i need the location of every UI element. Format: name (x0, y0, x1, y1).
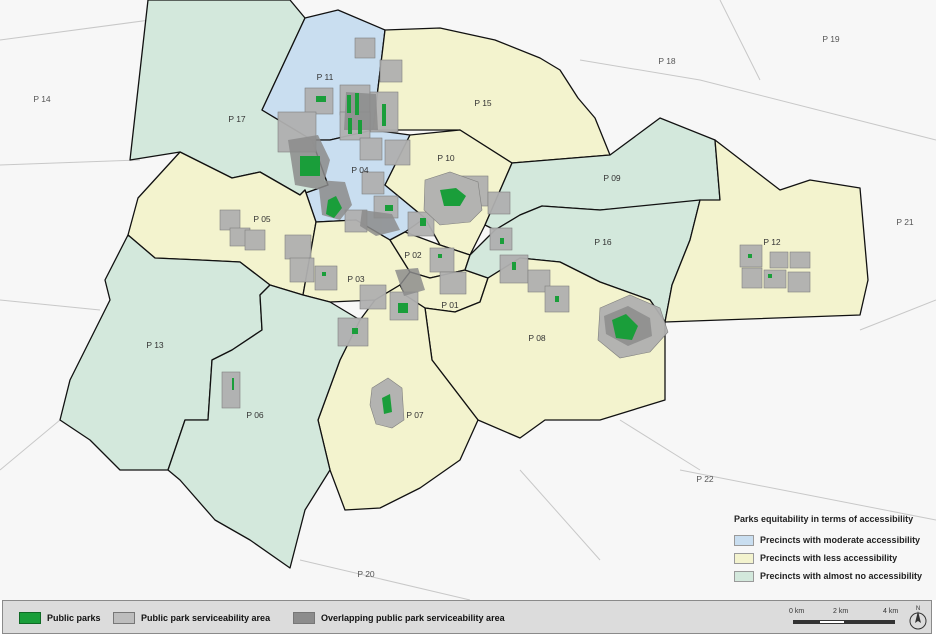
scale-segment (793, 620, 819, 624)
precinct-label: P 07 (406, 410, 424, 420)
legend-serviceability: Public park serviceability area (113, 612, 270, 624)
precinct-label: P 05 (253, 214, 271, 224)
public-park[interactable] (398, 303, 408, 313)
legend-label-moderate: Precincts with moderate accessibility (760, 535, 921, 545)
public-park[interactable] (348, 118, 352, 134)
legend-label-less: Precincts with less accessibility (760, 553, 898, 563)
service-area (359, 137, 383, 161)
precinct-label: P 22 (696, 474, 714, 484)
service-area (244, 229, 266, 251)
precinct-label: P 16 (594, 237, 612, 247)
legend-title: Parks equitability in terms of accessibi… (734, 514, 914, 524)
service-area (359, 284, 387, 310)
map-root: { "colors": { "moderate": "#c9def0", "le… (0, 0, 936, 638)
public-park[interactable] (500, 238, 504, 244)
precinct-label: P 10 (437, 153, 455, 163)
service-area (769, 251, 789, 269)
public-park[interactable] (382, 104, 386, 126)
service-area (384, 139, 411, 166)
scale-label-0: 0 km (789, 608, 805, 615)
legend-overlap: Overlapping public park serviceability a… (293, 612, 505, 624)
legend-swatch-serviceability (113, 612, 135, 624)
precinct-label: P 09 (603, 173, 621, 183)
precinct-label: P 12 (763, 237, 781, 247)
legend-row-moderate: Precincts with moderate accessibility (734, 531, 932, 549)
legend-parks: Public parks (19, 612, 101, 624)
precinct-label: P 04 (351, 165, 369, 175)
precinct-label: P 01 (441, 300, 459, 310)
scale-segment (819, 620, 845, 624)
public-park[interactable] (358, 120, 362, 134)
precinct-label: P 03 (347, 274, 365, 284)
legend-swatch-less (734, 552, 754, 564)
service-area (763, 269, 787, 289)
public-park[interactable] (347, 95, 351, 113)
north-arrow-icon: N (908, 604, 928, 632)
legend-row-less: Precincts with less accessibility (734, 549, 932, 567)
service-area (361, 171, 385, 195)
service-area (379, 59, 403, 83)
precinct-label: P 18 (658, 56, 676, 66)
legend-swatch-moderate (734, 534, 754, 546)
public-park[interactable] (512, 262, 516, 270)
service-area (354, 37, 376, 59)
service-area (787, 271, 811, 293)
precinct-label: P 21 (896, 217, 914, 227)
precinct-label: P 15 (474, 98, 492, 108)
legend-label-serviceability: Public park serviceability area (141, 613, 271, 623)
public-park[interactable] (438, 254, 442, 258)
accessibility-legend: Parks equitability in terms of accessibi… (734, 514, 932, 585)
public-park[interactable] (232, 378, 234, 390)
public-park[interactable] (420, 218, 426, 226)
map-legend-bar: Public parks Public park serviceability … (2, 600, 932, 634)
service-area (284, 234, 312, 260)
public-park[interactable] (748, 254, 752, 258)
service-area (487, 191, 511, 215)
scale-bar: 0 km 2 km 4 km (789, 604, 907, 632)
service-area (314, 265, 338, 291)
public-park[interactable] (768, 274, 772, 278)
service-area (429, 247, 455, 273)
precinct-label: P 14 (33, 94, 51, 104)
scale-label-4: 4 km (883, 608, 899, 615)
service-area (289, 257, 315, 283)
service-area (741, 267, 763, 289)
public-park[interactable] (300, 156, 320, 176)
service-area (221, 371, 241, 409)
precinct-label: P 02 (404, 250, 422, 260)
legend-swatch-parks (19, 612, 41, 624)
scale-label-2: 2 km (833, 608, 849, 615)
public-park[interactable] (355, 93, 359, 115)
precinct-label: P 17 (228, 114, 246, 124)
public-park[interactable] (316, 96, 326, 102)
service-area (219, 209, 241, 231)
precinct-label: P 08 (528, 333, 546, 343)
legend-swatch-overlap (293, 612, 315, 624)
public-park[interactable] (385, 205, 393, 211)
legend-label-overlap: Overlapping public park serviceability a… (321, 613, 505, 623)
legend-label-parks: Public parks (47, 613, 101, 623)
service-area (789, 251, 811, 269)
service-area (439, 271, 467, 295)
legend-row-none: Precincts with almost no accessibility (734, 567, 932, 585)
map-canvas[interactable]: P 01 P 02 P 03 P 04 P 05 P 06 P 07 P 08 P 09 P 10… (0, 0, 936, 600)
precinct-label: P 06 (246, 410, 264, 420)
legend-swatch-none (734, 570, 754, 582)
public-park[interactable] (352, 328, 358, 334)
scale-segment (845, 620, 895, 624)
precinct-label: P 11 (317, 72, 334, 82)
north-label: N (916, 606, 920, 612)
public-park[interactable] (555, 296, 559, 302)
public-park[interactable] (322, 272, 326, 276)
precinct-label: P 13 (146, 340, 164, 350)
precinct-label: P 19 (822, 34, 840, 44)
legend-label-none: Precincts with almost no accessibility (760, 571, 923, 581)
precinct-label: P 20 (357, 569, 375, 579)
